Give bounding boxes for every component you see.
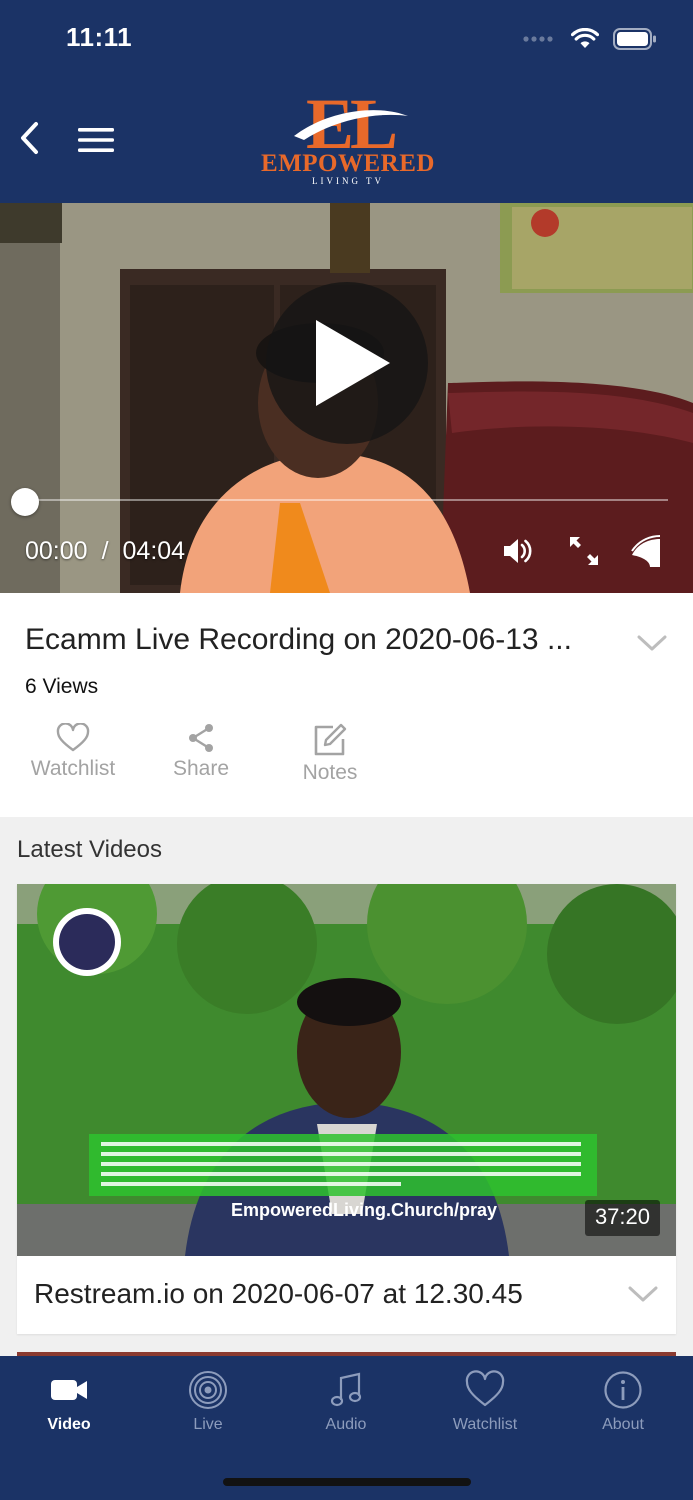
share-label: Share — [172, 757, 230, 780]
video-card-expand-button[interactable] — [625, 1276, 661, 1312]
fullscreen-button[interactable] — [566, 533, 602, 569]
video-thumbnail: EmpoweredLiving.Church/pray 37:20 — [17, 884, 676, 1256]
svg-text:EL: EL — [306, 90, 395, 152]
hamburger-menu-icon — [78, 128, 114, 152]
signal-icon — [523, 36, 553, 42]
tab-live[interactable]: Live — [148, 1370, 268, 1434]
menu-button[interactable] — [76, 124, 116, 156]
thumbnail-image: EmpoweredLiving.Church/pray — [17, 884, 676, 1256]
volume-icon — [504, 539, 532, 563]
progress-track[interactable] — [25, 499, 668, 501]
logo-mark: EL — [294, 90, 408, 152]
logo-subtitle: LIVING TV — [311, 176, 385, 186]
notes-button[interactable]: Notes — [270, 723, 390, 785]
total-time: 04:04 — [122, 537, 186, 565]
tab-video[interactable]: Video — [9, 1370, 129, 1434]
chevron-down-icon — [628, 1286, 658, 1302]
video-info-panel: Ecamm Live Recording on 2020-06-13 ... 6… — [0, 593, 693, 817]
current-time: 00:00 — [25, 537, 88, 565]
video-card-title: Restream.io on 2020-06-07 at 12.30.45 — [34, 1278, 523, 1309]
video-card[interactable]: EmpoweredLiving.Church/pray 37:20 Restre… — [17, 884, 676, 1334]
chevron-left-icon — [21, 122, 38, 154]
status-icons — [523, 26, 657, 52]
heart-icon — [56, 723, 90, 752]
expand-description-button[interactable] — [634, 625, 670, 661]
tab-live-label: Live — [193, 1416, 223, 1433]
video-camera-icon — [51, 1380, 87, 1400]
video-player[interactable]: 00:00 / 04:04 — [0, 203, 693, 593]
latest-videos-heading: Latest Videos — [17, 836, 162, 863]
share-button[interactable]: Share — [141, 723, 261, 781]
broadcast-icon — [189, 1371, 227, 1409]
progress-scrubber[interactable] — [11, 488, 39, 516]
status-bar: 11:11 — [0, 0, 693, 80]
time-separator: / — [101, 537, 109, 565]
play-button[interactable] — [266, 282, 428, 444]
volume-button[interactable] — [500, 533, 536, 569]
watchlist-button[interactable]: Watchlist — [13, 723, 133, 781]
watchlist-label: Watchlist — [30, 757, 116, 780]
brand-logo: EL EMPOWERED LIVING TV — [258, 90, 438, 190]
cast-button[interactable] — [628, 533, 664, 569]
tab-watchlist-label: Watchlist — [452, 1416, 518, 1433]
duration-badge: 37:20 — [584, 1200, 660, 1236]
view-count: 6 Views — [25, 675, 99, 698]
info-icon — [604, 1371, 642, 1409]
tab-about[interactable]: About — [563, 1370, 683, 1434]
playback-time: 00:00 / 04:04 — [25, 537, 185, 566]
back-button[interactable] — [16, 118, 48, 158]
tab-video-label: Video — [47, 1416, 91, 1433]
battery-icon — [613, 28, 656, 50]
status-time: 11:11 — [66, 22, 133, 52]
tab-watchlist[interactable]: Watchlist — [425, 1370, 545, 1434]
notes-label: Notes — [302, 761, 358, 784]
play-icon — [316, 320, 390, 406]
chevron-down-icon — [637, 635, 667, 651]
tab-audio-label: Audio — [325, 1416, 367, 1433]
logo-name: EMPOWERED — [261, 150, 435, 177]
cast-icon — [631, 535, 661, 567]
tab-about-label: About — [602, 1416, 644, 1433]
svg-text:EmpoweredLiving.Church/pray: EmpoweredLiving.Church/pray — [231, 1200, 497, 1220]
home-indicator — [223, 1478, 471, 1486]
fullscreen-icon — [570, 537, 598, 565]
heart-icon — [465, 1370, 505, 1407]
app-header: 11:11 EL EMPOWERED LIVING TV — [0, 0, 693, 203]
tab-audio[interactable]: Audio — [286, 1370, 406, 1434]
wifi-icon — [571, 28, 599, 48]
edit-icon — [314, 723, 347, 756]
video-title: Ecamm Live Recording on 2020-06-13 ... — [25, 623, 572, 656]
music-note-icon — [330, 1372, 362, 1407]
share-icon — [189, 724, 213, 752]
